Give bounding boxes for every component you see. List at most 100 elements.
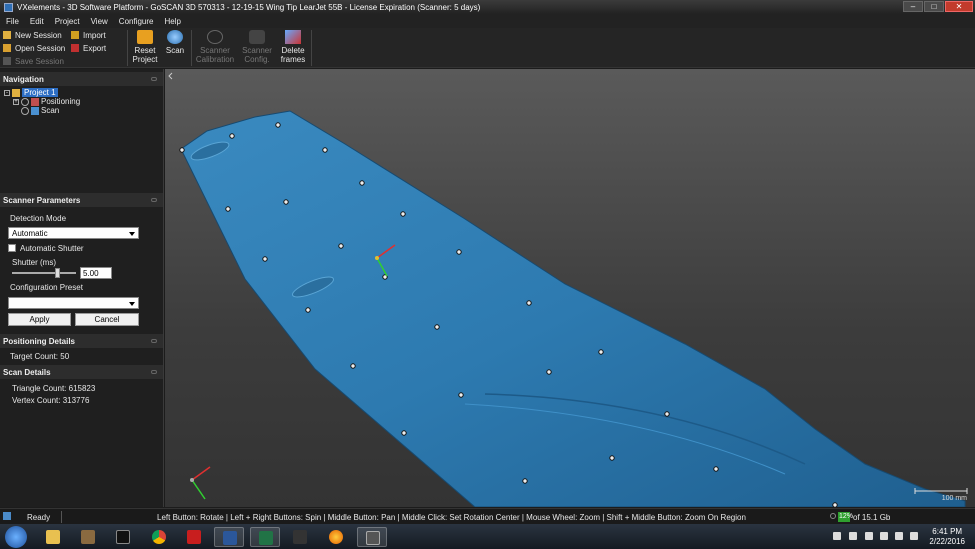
scan-button[interactable]: Scan <box>163 30 187 55</box>
menu-help[interactable]: Help <box>164 17 180 26</box>
navigation-title: Navigation <box>3 75 44 84</box>
export-label: Export <box>83 43 107 53</box>
open-session-button[interactable]: Open Session <box>3 43 65 53</box>
tree-item-positioning[interactable]: + Positioning <box>13 97 80 106</box>
scanner-config-button[interactable]: Scanner Config. <box>241 30 273 64</box>
word-icon <box>223 531 237 545</box>
start-button[interactable] <box>5 526 27 548</box>
maximize-button[interactable]: □ <box>924 1 944 12</box>
windows-flag-icon[interactable] <box>849 532 857 540</box>
automatic-shutter-label: Automatic Shutter <box>20 244 84 253</box>
shutter-slider-thumb[interactable] <box>55 268 60 278</box>
wing-tip-mesh <box>180 110 966 507</box>
taskbar-vxelements[interactable] <box>357 527 387 547</box>
system-clock[interactable]: 6:41 PM 2/22/2016 <box>929 527 965 547</box>
new-session-button[interactable]: New Session <box>3 30 65 40</box>
target-marker <box>275 122 281 128</box>
status-divider <box>61 511 62 523</box>
memory-usage-bar: 12% <box>838 512 854 522</box>
pin-icon[interactable] <box>151 339 157 343</box>
save-session-button[interactable]: Save Session <box>3 56 65 66</box>
taskbar-app[interactable] <box>285 527 315 547</box>
apply-button[interactable]: Apply <box>8 313 71 326</box>
target-marker <box>359 180 365 186</box>
3d-viewport[interactable]: 100 mm <box>165 69 975 507</box>
shutter-input[interactable]: 5.00 <box>80 267 112 279</box>
close-button[interactable]: ✕ <box>945 1 973 12</box>
reset-project-button[interactable]: Reset Project <box>131 30 159 64</box>
taskbar-word[interactable] <box>214 527 244 547</box>
menu-configure[interactable]: Configure <box>119 17 154 26</box>
automatic-shutter-checkbox[interactable] <box>8 244 16 252</box>
taskbar-app[interactable] <box>73 527 103 547</box>
firefox-icon <box>329 530 343 544</box>
scanner-config-icon <box>249 30 265 44</box>
target-marker <box>401 430 407 436</box>
taskbar-acrobat[interactable] <box>179 527 209 547</box>
new-session-label: New Session <box>15 30 62 40</box>
collapse-icon[interactable]: - <box>4 89 10 96</box>
menu-bar: File Edit Project View Configure Help <box>0 14 975 28</box>
taskbar-terminal[interactable] <box>108 527 138 547</box>
target-count: Target Count: 50 <box>10 352 70 361</box>
toolbar-separator <box>191 30 192 66</box>
save-icon <box>3 57 11 65</box>
tree-item-project[interactable]: - Project 1 <box>4 88 58 97</box>
export-icon <box>71 44 79 52</box>
reset-project-label-1: Reset <box>134 46 156 55</box>
menu-file[interactable]: File <box>6 17 19 26</box>
pin-icon[interactable] <box>151 370 157 374</box>
menu-view[interactable]: View <box>91 17 108 26</box>
menu-edit[interactable]: Edit <box>30 17 44 26</box>
volume-icon[interactable] <box>910 532 918 540</box>
pin-icon[interactable] <box>151 198 157 202</box>
positioning-details-title: Positioning Details <box>3 337 76 346</box>
taskbar-chrome[interactable] <box>144 527 174 547</box>
app-icon <box>4 2 13 12</box>
pin-icon[interactable] <box>151 77 157 81</box>
tray-expand-icon[interactable] <box>833 532 841 540</box>
navigation-header: Navigation <box>0 72 163 86</box>
import-button[interactable]: Import <box>71 30 106 40</box>
signal-icon[interactable] <box>895 532 903 540</box>
scanner-calibration-button[interactable]: Scanner Calibration <box>194 30 236 64</box>
left-panel: Navigation - Project 1 + Positioning Sca… <box>0 69 164 507</box>
menu-project[interactable]: Project <box>55 17 80 26</box>
save-session-label: Save Session <box>15 56 64 66</box>
taskbar-explorer[interactable] <box>38 527 68 547</box>
shutter-slider-track[interactable] <box>12 272 76 274</box>
project-icon <box>12 88 20 97</box>
target-marker <box>456 249 462 255</box>
collapse-panel-arrow-icon[interactable] <box>168 72 173 80</box>
target-marker <box>664 411 670 417</box>
cancel-button[interactable]: Cancel <box>75 313 139 326</box>
detection-mode-select[interactable]: Automatic <box>8 227 139 239</box>
tree-item-scan[interactable]: Scan <box>21 106 59 115</box>
export-button[interactable]: Export <box>71 43 106 53</box>
toolbar-separator <box>127 30 128 66</box>
target-marker <box>832 502 838 507</box>
folder-icon <box>46 530 60 544</box>
archive-icon <box>81 530 95 544</box>
target-marker <box>522 478 528 484</box>
memory-icon <box>830 513 836 519</box>
scan-details-title: Scan Details <box>3 368 51 377</box>
eye-icon[interactable] <box>21 106 29 115</box>
network-icon[interactable] <box>880 532 888 540</box>
target-marker <box>609 455 615 461</box>
taskbar-excel[interactable] <box>250 527 280 547</box>
taskbar-firefox[interactable] <box>321 527 351 547</box>
eye-icon[interactable] <box>21 97 29 106</box>
scanner-calibration-label-2: Calibration <box>195 55 235 64</box>
triangle-count: Triangle Count: 615823 <box>12 384 96 393</box>
configuration-preset-select[interactable] <box>8 297 139 309</box>
project-label: Project 1 <box>22 88 58 97</box>
scan-details-header: Scan Details <box>0 365 163 379</box>
delete-frames-button[interactable]: Delete frames <box>278 30 308 64</box>
target-marker <box>179 147 185 153</box>
target-marker <box>229 133 235 139</box>
expand-icon[interactable]: + <box>13 98 19 105</box>
flag-icon[interactable] <box>865 532 873 540</box>
minimize-button[interactable]: – <box>903 1 923 12</box>
scanner-calibration-label-1: Scanner <box>200 46 230 55</box>
